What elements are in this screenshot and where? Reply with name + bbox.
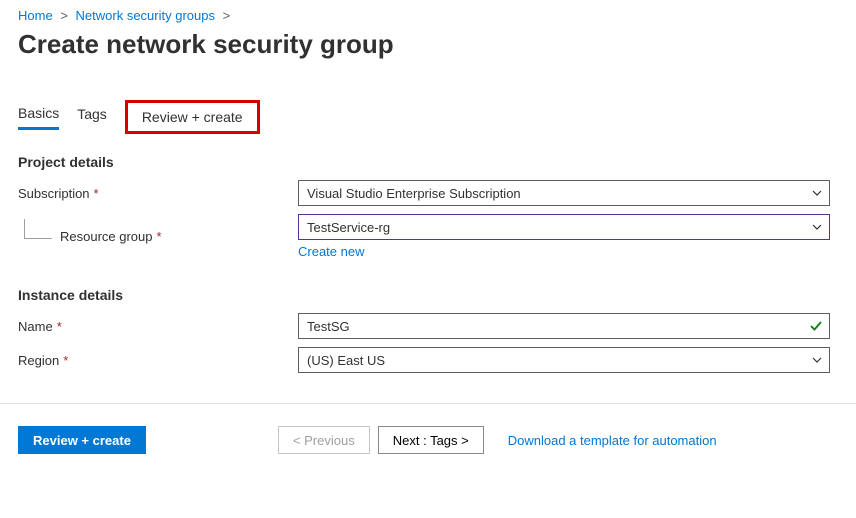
chevron-down-icon <box>811 221 823 233</box>
label-subscription: Subscription <box>18 186 90 201</box>
create-new-link[interactable]: Create new <box>298 244 364 259</box>
chevron-right-icon: > <box>223 8 231 23</box>
breadcrumb-home[interactable]: Home <box>18 8 53 23</box>
previous-button: < Previous <box>278 426 370 454</box>
tab-tags[interactable]: Tags <box>77 106 107 128</box>
section-instance-details: Instance details <box>18 287 838 303</box>
subscription-select[interactable]: Visual Studio Enterprise Subscription <box>298 180 830 206</box>
tabs: Basics Tags Review + create <box>18 100 838 134</box>
required-indicator: * <box>63 353 68 368</box>
next-button[interactable]: Next : Tags > <box>378 426 484 454</box>
footer-bar: Review + create < Previous Next : Tags >… <box>18 426 838 454</box>
region-select[interactable]: (US) East US <box>298 347 830 373</box>
name-input[interactable]: TestSG <box>298 313 830 339</box>
required-indicator: * <box>57 319 62 334</box>
chevron-right-icon: > <box>60 8 68 23</box>
label-resource-group: Resource group <box>60 229 153 244</box>
region-value: (US) East US <box>307 353 385 368</box>
subscription-value: Visual Studio Enterprise Subscription <box>307 186 521 201</box>
page-title: Create network security group <box>18 29 838 60</box>
download-template-link[interactable]: Download a template for automation <box>508 433 717 448</box>
chevron-down-icon <box>811 354 823 366</box>
label-region: Region <box>18 353 59 368</box>
resource-group-select[interactable]: TestService-rg <box>298 214 830 240</box>
footer-separator <box>0 403 856 404</box>
section-project-details: Project details <box>18 154 838 170</box>
label-name: Name <box>18 319 53 334</box>
tree-connector <box>24 219 52 239</box>
breadcrumb-nsg[interactable]: Network security groups <box>76 8 215 23</box>
required-indicator: * <box>94 186 99 201</box>
tab-basics[interactable]: Basics <box>18 105 59 130</box>
review-create-button[interactable]: Review + create <box>18 426 146 454</box>
tab-review-create[interactable]: Review + create <box>125 100 260 134</box>
name-value: TestSG <box>307 319 350 334</box>
resource-group-value: TestService-rg <box>307 220 390 235</box>
check-icon <box>809 319 823 333</box>
required-indicator: * <box>157 229 162 244</box>
chevron-down-icon <box>811 187 823 199</box>
breadcrumb: Home > Network security groups > <box>18 8 838 23</box>
